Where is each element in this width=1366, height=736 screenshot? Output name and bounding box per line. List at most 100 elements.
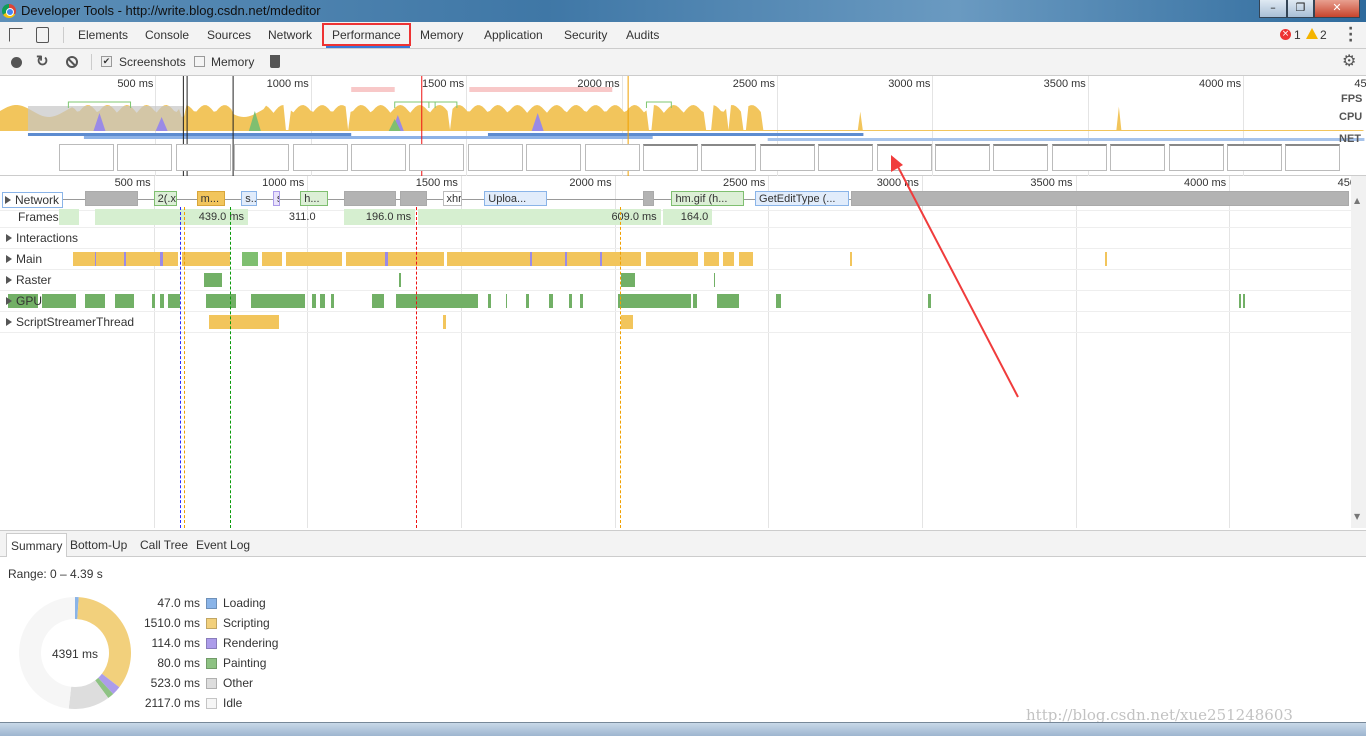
main-scripting-event[interactable] [286, 252, 343, 266]
frame-bar[interactable]: 196.0 ms [344, 209, 416, 225]
network-request[interactable] [344, 191, 397, 206]
gpu-event[interactable] [617, 294, 691, 308]
network-request[interactable] [850, 191, 1350, 206]
scriptstreamer-event[interactable] [443, 315, 447, 329]
interactions-track[interactable]: Interactions [0, 228, 1351, 249]
expand-triangle-icon[interactable] [5, 196, 11, 204]
maximize-button[interactable]: ❐ [1287, 0, 1314, 18]
screenshot-thumbnail[interactable] [1051, 144, 1107, 171]
scriptstreamer-event[interactable] [620, 315, 633, 329]
main-scripting-event[interactable] [722, 252, 734, 266]
main-scripting-event[interactable] [849, 252, 852, 266]
screenshot-thumbnail[interactable] [467, 144, 523, 171]
screenshot-thumbnail[interactable] [1110, 144, 1166, 171]
frame-bar[interactable]: 164.0 ms [663, 209, 713, 225]
gpu-event[interactable] [1243, 294, 1246, 308]
device-toolbar-icon[interactable] [36, 27, 49, 43]
network-request[interactable] [84, 191, 139, 206]
tab-bottom-up[interactable]: Bottom-Up [66, 533, 131, 557]
expand-triangle-icon[interactable] [6, 318, 12, 326]
tab-memory[interactable]: Memory [414, 22, 469, 48]
memory-checkbox[interactable] [194, 56, 205, 67]
gpu-event[interactable] [152, 294, 156, 308]
network-request[interactable]: Uploa... [484, 191, 547, 206]
tab-elements[interactable]: Elements [72, 22, 134, 48]
scriptstreamer-track-label[interactable]: ScriptStreamerThread [6, 315, 134, 329]
expand-triangle-icon[interactable] [6, 276, 12, 284]
gpu-event[interactable] [331, 294, 335, 308]
frames-track[interactable]: 439.0 ms 311.0 ms 196.0 ms609.0 ms164.0 ms… [0, 207, 1351, 228]
screenshot-thumbnail[interactable] [584, 144, 640, 171]
main-scripting-event[interactable] [645, 252, 698, 266]
gpu-track-label[interactable]: GPU [6, 294, 42, 308]
network-request[interactable]: hm.gif (h... [671, 191, 744, 206]
main-scripting-event[interactable] [346, 252, 445, 266]
minimize-button[interactable]: – [1259, 0, 1287, 18]
timeline-flamechart[interactable]: 500 ms 1000 ms 1500 ms 2000 ms 2500 ms 3000 m… [0, 176, 1351, 528]
screenshot-thumbnail[interactable] [526, 144, 582, 171]
raster-event[interactable] [399, 273, 401, 287]
tab-event-log[interactable]: Event Log [192, 533, 254, 557]
scriptstreamer-event[interactable] [209, 315, 280, 329]
main-track[interactable]: Main [0, 249, 1351, 270]
main-rendering-event[interactable] [564, 252, 567, 266]
main-scripting-event[interactable] [262, 252, 283, 266]
network-request[interactable]: xhr [442, 191, 463, 206]
main-rendering-event[interactable] [385, 252, 388, 266]
main-rendering-event[interactable] [94, 252, 97, 266]
trash-icon[interactable] [270, 55, 280, 68]
main-track-label[interactable]: Main [6, 252, 42, 266]
screenshot-thumbnail[interactable] [701, 144, 757, 171]
record-icon[interactable] [11, 57, 22, 68]
gpu-event[interactable] [488, 294, 492, 308]
raster-event[interactable] [204, 273, 223, 287]
main-scripting-event[interactable] [738, 252, 753, 266]
raster-event[interactable] [713, 273, 716, 287]
reload-icon[interactable]: ↻ [36, 52, 49, 70]
gpu-event[interactable] [85, 294, 106, 308]
more-menu-icon[interactable]: · · · [1348, 22, 1353, 48]
main-rendering-event[interactable] [159, 252, 163, 266]
gpu-event[interactable] [775, 294, 781, 308]
expand-triangle-icon[interactable] [6, 255, 12, 263]
screenshot-thumbnail[interactable] [876, 144, 932, 171]
scroll-up-icon[interactable]: ▲ [1354, 196, 1360, 205]
raster-event[interactable] [620, 273, 635, 287]
network-request[interactable]: GetEditType (... [755, 191, 849, 206]
settings-gear-icon[interactable]: ⚙ [1342, 51, 1356, 71]
frame-bar[interactable] [59, 209, 79, 225]
gpu-event[interactable] [580, 294, 583, 308]
raster-track[interactable]: Raster [0, 270, 1351, 291]
screenshot-thumbnail[interactable] [1227, 144, 1282, 171]
scriptstreamer-track[interactable]: ScriptStreamerThread [0, 312, 1351, 333]
gpu-event[interactable] [206, 294, 237, 308]
screenshot-thumbnail[interactable] [993, 144, 1049, 171]
close-window-button[interactable]: ✕ [1314, 0, 1360, 18]
screenshot-thumbnail[interactable] [1285, 144, 1341, 171]
screenshot-thumbnail[interactable] [1168, 144, 1224, 171]
tab-sources[interactable]: Sources [201, 22, 257, 48]
frame-bar[interactable]: 311.0 ms [272, 209, 320, 225]
gpu-event[interactable] [692, 294, 697, 308]
tab-call-tree[interactable]: Call Tree [136, 533, 192, 557]
gpu-event[interactable] [160, 294, 165, 308]
gpu-event[interactable] [372, 294, 385, 308]
tab-audits[interactable]: Audits [620, 22, 665, 48]
main-scripting-event[interactable] [1105, 252, 1107, 266]
scroll-down-icon[interactable]: ▼ [1354, 512, 1360, 521]
gpu-track[interactable]: GPU [0, 291, 1351, 312]
gpu-event[interactable] [568, 294, 573, 308]
gpu-event[interactable] [716, 294, 739, 308]
clear-icon[interactable] [66, 56, 78, 68]
warning-icon[interactable] [1306, 28, 1318, 39]
gpu-event[interactable] [115, 294, 134, 308]
frame-bar[interactable]: 609.0 ms [418, 209, 661, 225]
screenshot-thumbnail[interactable] [59, 144, 114, 171]
main-rendering-event[interactable] [530, 252, 533, 266]
gpu-event[interactable] [42, 294, 77, 308]
raster-track-label[interactable]: Raster [6, 273, 51, 287]
screenshot-thumbnail[interactable] [643, 144, 698, 171]
gpu-event[interactable] [251, 294, 306, 308]
screenshot-thumbnail[interactable] [234, 144, 290, 171]
vertical-scrollbar[interactable]: ▲ ▼ [1351, 176, 1366, 528]
